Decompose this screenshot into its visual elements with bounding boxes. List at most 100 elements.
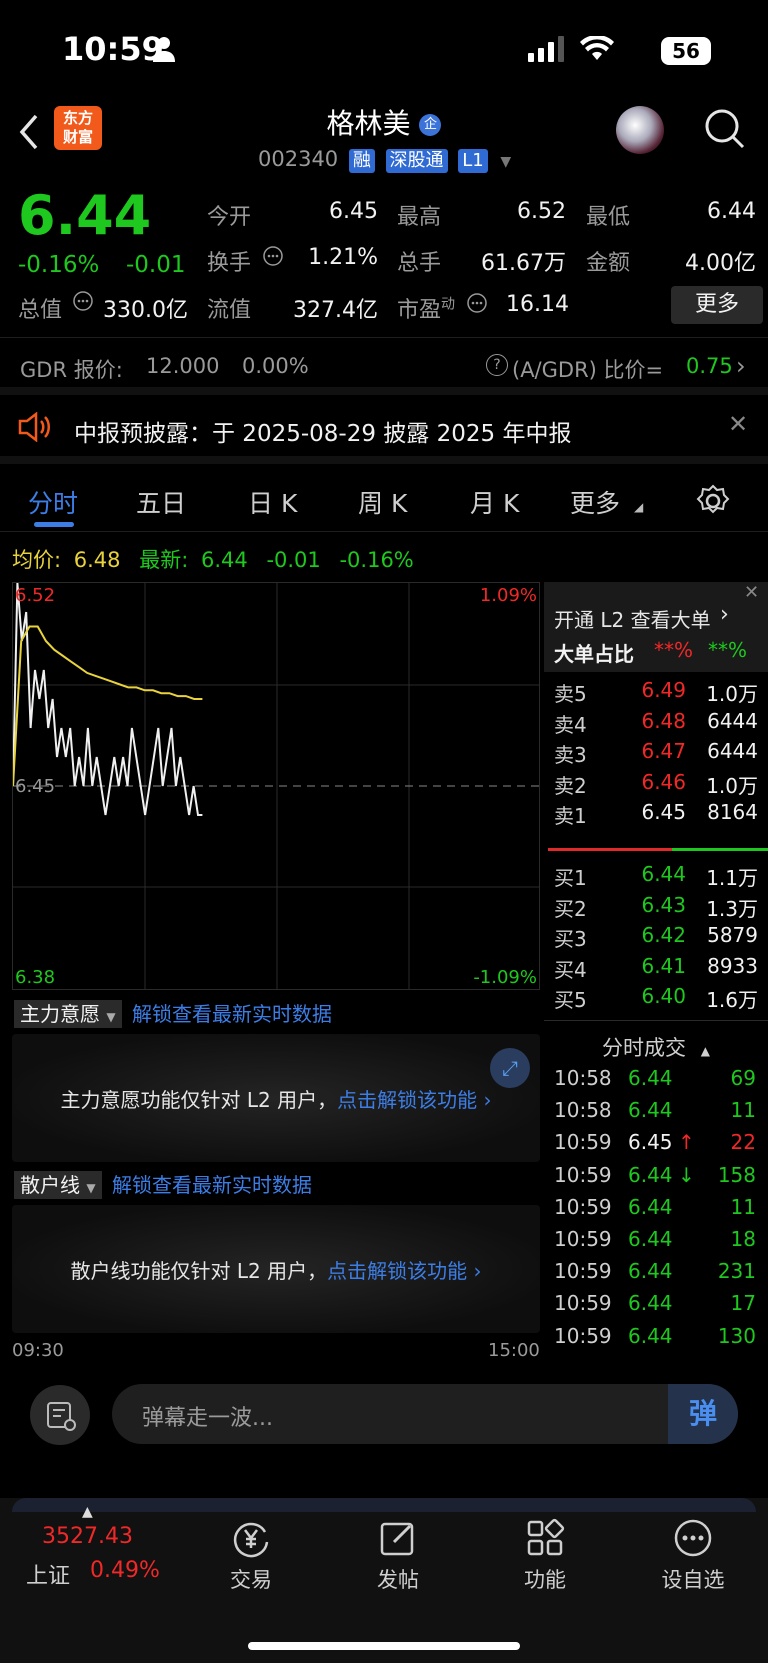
retail-line-panel: 散户线功能仅针对 L2 用户，点击解锁该功能 › <box>12 1205 540 1333</box>
info-dots-icon[interactable] <box>262 245 284 267</box>
tab-more[interactable]: 更多 <box>570 484 620 520</box>
intraday-chart[interactable]: 6.52 6.45 6.38 1.09% -1.09% <box>12 582 540 990</box>
home-indicator <box>248 1642 520 1650</box>
gear-icon[interactable] <box>696 484 730 518</box>
bid-level[interactable]: 买2 6.43 1.3万 <box>554 893 764 923</box>
ask-volume: 1.0万 <box>706 773 758 798</box>
tab-five-day[interactable]: 五日 <box>136 484 186 520</box>
ask-label: 卖2 <box>554 773 587 798</box>
gdr-label: GDR 报价: <box>20 358 123 382</box>
float-value: 327.4亿 <box>293 298 378 323</box>
turnover-value: 1.21% <box>308 245 378 270</box>
person-icon <box>153 37 175 62</box>
more-circle-icon <box>674 1519 712 1557</box>
clock: 10:59 <box>62 30 164 68</box>
turnover-label: 换手 <box>207 251 252 276</box>
danmu-toggle-button[interactable] <box>30 1385 90 1445</box>
retail-line-dropdown[interactable]: 散户线 ▼ <box>14 1171 102 1199</box>
gdr-pct: 0.00% <box>242 354 309 378</box>
edit-icon <box>380 1522 414 1556</box>
close-icon[interactable]: ✕ <box>728 410 748 438</box>
chevron-right-icon: › <box>720 602 729 627</box>
current-price: 6.44 <box>18 184 152 247</box>
nav-trade[interactable]: 交易 <box>196 1518 306 1594</box>
dropdown-caret-icon: ▼ <box>106 1010 116 1024</box>
last-value: 6.44 <box>200 548 248 572</box>
tab-intraday[interactable]: 分时 <box>28 484 78 520</box>
stock-code-row[interactable]: 002340 融 深股通 L1 ▼ <box>258 147 511 173</box>
wifi-icon <box>580 36 614 60</box>
main-force-unlock-button[interactable]: 点击解锁该功能 › <box>337 1088 491 1112</box>
stock-name: 格林美 <box>326 107 411 140</box>
ask-level[interactable]: 卖1 6.45 8164 <box>554 800 764 830</box>
help-icon[interactable]: ? <box>486 354 508 376</box>
nav-watchlist[interactable]: 设自选 <box>638 1518 748 1594</box>
trade-row: 10:59 6.45 ↑ 22 <box>554 1130 764 1160</box>
big-order-red: **% <box>654 638 694 662</box>
danmu-input[interactable]: 弹幕走一波... <box>142 1400 273 1432</box>
info-dots-icon[interactable] <box>72 290 94 312</box>
float-value-label: 流值 <box>207 298 252 323</box>
total-value-label: 总值 <box>18 298 63 323</box>
bid-level[interactable]: 买4 6.41 8933 <box>554 954 764 984</box>
ask-level[interactable]: 卖3 6.47 6444 <box>554 739 764 769</box>
close-icon[interactable]: ✕ <box>744 582 759 603</box>
stock-code: 002340 <box>258 147 339 171</box>
expand-icon[interactable]: ⤢ <box>490 1048 530 1088</box>
index-name[interactable]: 上证 <box>26 1558 70 1590</box>
tab-weekly-k[interactable]: 周 K <box>358 484 407 520</box>
main-force-msg-text: 主力意愿功能仅针对 L2 用户， <box>60 1088 338 1112</box>
y-axis-mid: 6.45 <box>15 776 56 797</box>
gdr-row[interactable]: GDR 报价: 12.000 0.00% ? (A/GDR) 比价= 0.75 … <box>0 340 768 395</box>
retail-line-unlock-button[interactable]: 点击解锁该功能 › <box>327 1259 481 1283</box>
ask-level[interactable]: 卖4 6.48 6444 <box>554 709 764 739</box>
time-axis-end: 15:00 <box>488 1340 540 1361</box>
ask-label: 卖1 <box>554 804 587 828</box>
trades-title: 分时成交 <box>602 1036 687 1060</box>
y-axis-top: 6.52 <box>15 585 56 606</box>
info-dots-icon[interactable] <box>466 292 488 314</box>
nav-functions[interactable]: 功能 <box>490 1518 600 1594</box>
trade-time: 10:59 <box>554 1291 612 1316</box>
last-change: -0.01 <box>266 548 321 572</box>
total-value: 330.0亿 <box>103 298 188 323</box>
trade-volume: 158 <box>717 1162 756 1187</box>
nav-watchlist-label: 设自选 <box>661 1568 725 1592</box>
trade-time: 10:58 <box>554 1098 612 1123</box>
nav-functions-label: 功能 <box>524 1568 566 1592</box>
bid-price: 6.43 <box>641 892 686 917</box>
index-value[interactable]: 3527.43 <box>42 1524 133 1549</box>
bid-level[interactable]: 买3 6.42 5879 <box>554 923 764 953</box>
trades-header[interactable]: 分时成交 ▲ <box>544 1032 768 1062</box>
grid-icon <box>527 1518 565 1556</box>
retail-line-unlock-link[interactable]: 解锁查看最新实时数据 <box>112 1173 312 1197</box>
bid-volume: 8933 <box>707 953 758 978</box>
bid-level[interactable]: 买1 6.44 1.1万 <box>554 862 764 892</box>
tab-daily-k[interactable]: 日 K <box>248 484 297 520</box>
pct-axis-bottom: -1.09% <box>473 967 537 988</box>
trade-volume: 22 <box>730 1130 756 1155</box>
nav-post[interactable]: 发帖 <box>343 1518 453 1594</box>
main-force-unlock-link[interactable]: 解锁查看最新实时数据 <box>132 1002 332 1026</box>
more-button[interactable]: 更多 <box>671 286 763 324</box>
danmu-send-button[interactable]: 弹 <box>668 1384 738 1444</box>
main-force-dropdown[interactable]: 主力意愿 ▼ <box>14 1000 122 1028</box>
trade-time: 10:59 <box>554 1323 612 1348</box>
ask-level[interactable]: 卖2 6.46 1.0万 <box>554 770 764 800</box>
time-axis-start: 09:30 <box>12 1340 64 1361</box>
notice-banner[interactable]: 中报预披露：于 2025-08-29 披露 2025 年中报 ✕ <box>0 396 768 464</box>
trade-row: 10:58 6.44 69 <box>554 1066 764 1096</box>
danmu-input-box[interactable]: 弹幕走一波... 弹 <box>112 1384 738 1444</box>
ask-label: 卖3 <box>554 743 587 767</box>
l2-promo[interactable]: 开通 L2 查看大单 › ✕ 大单占比 **% **% <box>544 582 768 672</box>
l2-link[interactable]: 开通 L2 查看大单 <box>554 604 711 633</box>
bottom-nav: ▲ 3527.43 上证 0.49% 交易 发帖 功能 设自选 <box>0 1498 768 1663</box>
last-label: 最新: <box>139 548 189 572</box>
ask-level[interactable]: 卖5 6.49 1.0万 <box>554 678 764 708</box>
pe-label: 市盈动 <box>397 292 455 324</box>
chevron-down-icon[interactable]: ▼ <box>500 154 511 170</box>
tab-monthly-k[interactable]: 月 K <box>470 484 519 520</box>
trade-row: 10:59 6.44 ↓ 158 <box>554 1163 764 1193</box>
trade-direction-icon: ↓ <box>678 1162 695 1187</box>
bid-level[interactable]: 买5 6.40 1.6万 <box>554 984 764 1014</box>
